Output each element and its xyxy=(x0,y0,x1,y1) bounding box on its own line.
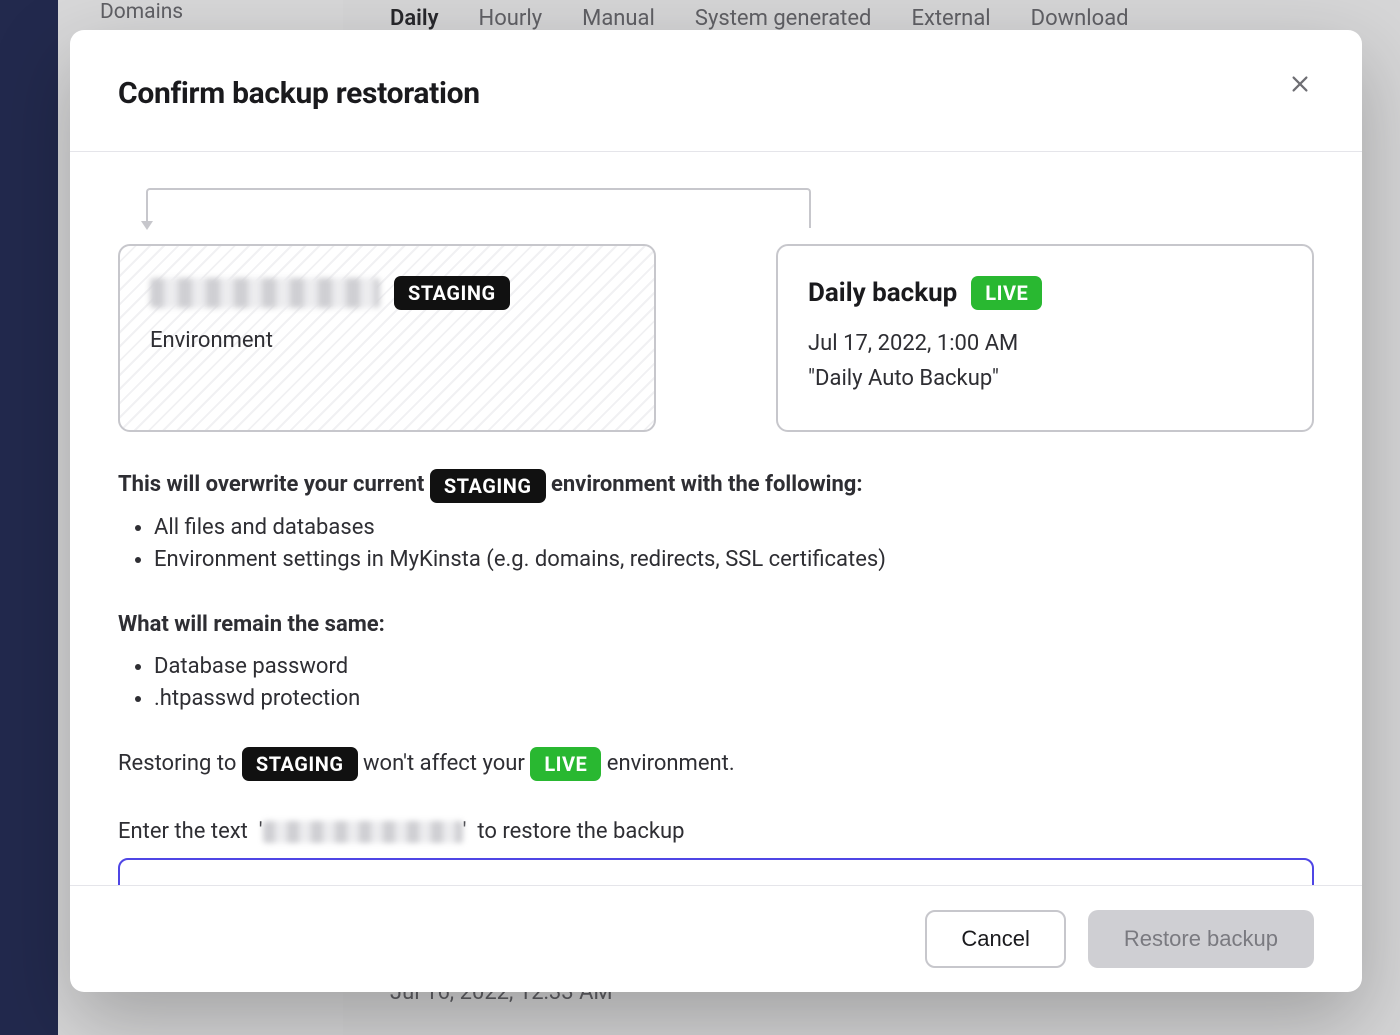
list-item: Database password xyxy=(154,654,1314,679)
confirm-restore-modal: Confirm backup restoration STAGING Envir… xyxy=(70,30,1362,992)
confirm-input-label: Enter the text '' to restore the backup xyxy=(118,819,1314,844)
list-item: .htpasswd protection xyxy=(154,686,1314,711)
restoring-note: Restoring to STAGING won't affect your L… xyxy=(118,747,1314,781)
staging-badge: STAGING xyxy=(394,276,510,310)
confirm-text-redacted xyxy=(263,821,463,843)
remain-list: Database password .htpasswd protection xyxy=(154,654,1314,711)
destination-env-card: STAGING Environment xyxy=(118,244,656,432)
confirm-label-prefix: Enter the text xyxy=(118,819,248,844)
remain-heading: What will remain the same: xyxy=(118,608,1314,642)
live-badge: LIVE xyxy=(971,276,1042,310)
restoring-note-mid: won't affect your xyxy=(363,751,525,776)
live-badge-inline: LIVE xyxy=(530,747,601,781)
destination-sub-label: Environment xyxy=(150,328,624,353)
modal-footer: Cancel Restore backup xyxy=(70,885,1362,992)
source-backup-timestamp: Jul 17, 2022, 1:00 AM xyxy=(808,326,1282,361)
confirm-text-input[interactable] xyxy=(118,858,1314,885)
overwrite-warning-prefix: This will overwrite your current xyxy=(118,472,424,497)
close-icon xyxy=(1289,73,1311,95)
overwrite-list: All files and databases Environment sett… xyxy=(154,515,1314,572)
overwrite-warning: This will overwrite your current STAGING… xyxy=(118,468,1314,502)
staging-badge-inline: STAGING xyxy=(430,469,546,503)
cancel-button[interactable]: Cancel xyxy=(925,910,1065,968)
modal-title: Confirm backup restoration xyxy=(118,76,480,111)
restore-direction-arrow xyxy=(146,188,1314,228)
list-item: All files and databases xyxy=(154,515,1314,540)
source-backup-name: "Daily Auto Backup" xyxy=(808,361,1282,396)
arrow-down-icon xyxy=(141,221,153,230)
list-item: Environment settings in MyKinsta (e.g. d… xyxy=(154,547,1314,572)
modal-body: STAGING Environment Daily backup LIVE Ju… xyxy=(70,152,1362,885)
close-button[interactable] xyxy=(1286,70,1314,98)
restore-backup-button[interactable]: Restore backup xyxy=(1088,910,1314,968)
staging-badge-inline-2: STAGING xyxy=(242,747,358,781)
source-backup-card: Daily backup LIVE Jul 17, 2022, 1:00 AM … xyxy=(776,244,1314,432)
confirm-label-suffix: to restore the backup xyxy=(477,819,684,844)
site-name-redacted xyxy=(150,278,380,308)
restoring-note-suffix: environment. xyxy=(607,751,735,776)
restoring-note-prefix: Restoring to xyxy=(118,751,236,776)
overwrite-warning-suffix: environment with the following: xyxy=(551,472,863,497)
source-backup-title: Daily backup xyxy=(808,278,957,308)
modal-header: Confirm backup restoration xyxy=(70,30,1362,152)
